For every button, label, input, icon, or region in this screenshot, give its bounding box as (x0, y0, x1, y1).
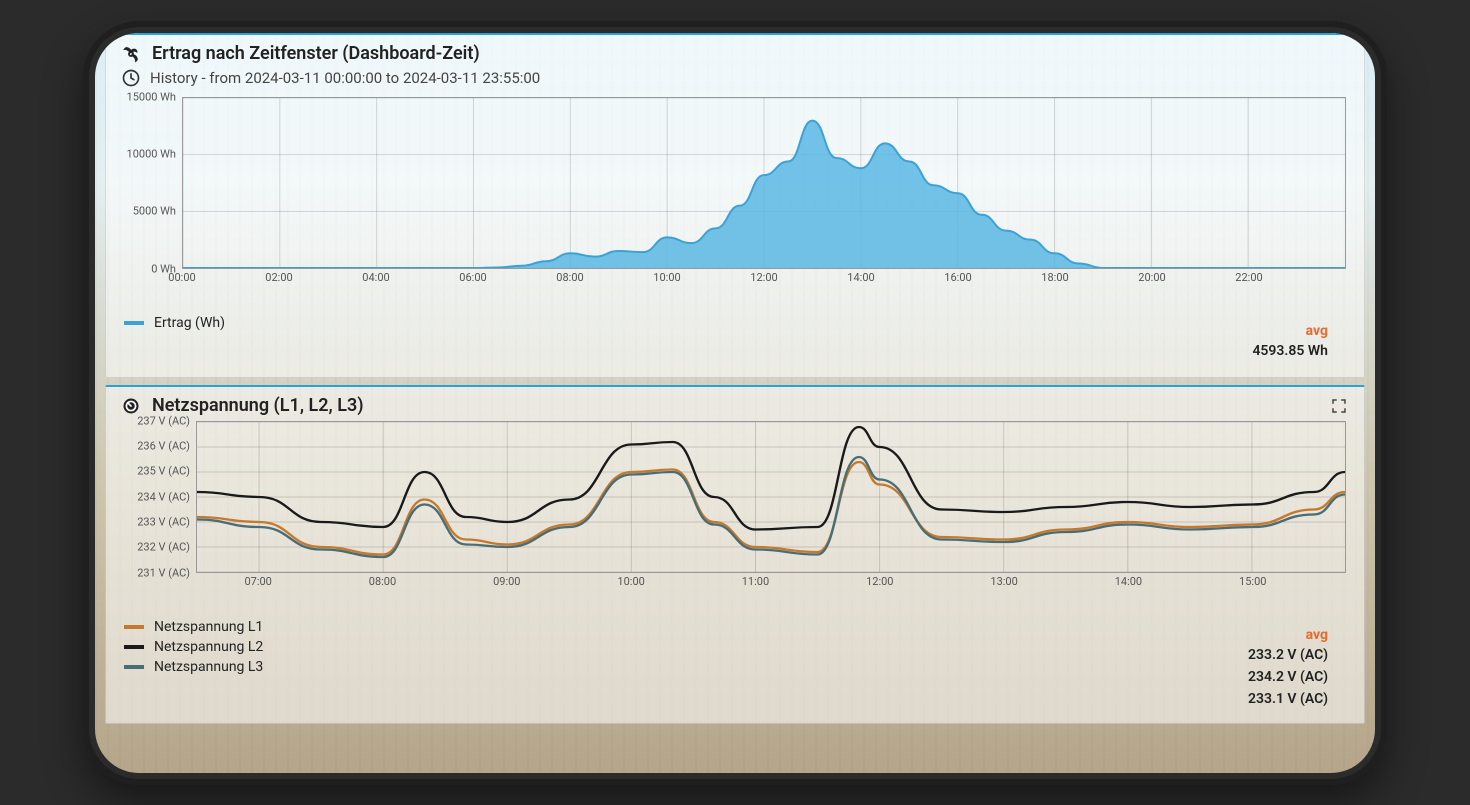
panel-title: Ertrag nach Zeitfenster (Dashboard-Zeit) (152, 43, 480, 64)
avg-value-ertrag: 4593.85 Wh (1252, 343, 1328, 359)
chart-ertrag[interactable]: 0 Wh5000 Wh10000 Wh15000 Wh 00:0002:0004… (124, 97, 1348, 287)
avg-header: avg (1306, 627, 1328, 643)
legend-label-l2: Netzspannung L2 (154, 639, 263, 655)
avg-value-l2: 234.2 V (AC) (1248, 669, 1328, 685)
legend-swatch-l1 (124, 625, 144, 629)
legend-swatch-l3 (124, 665, 144, 669)
chart-netzspannung[interactable]: 231 V (AC)232 V (AC)233 V (AC)234 V (AC)… (124, 421, 1348, 591)
clock-icon (120, 67, 142, 89)
legend-swatch-l2 (124, 645, 144, 649)
fan-icon (120, 43, 142, 65)
avg-header: avg (1306, 323, 1328, 339)
screen: Ertrag nach Zeitfenster (Dashboard-Zeit)… (95, 33, 1375, 773)
panel-title: Netzspannung (L1, L2, L3) (152, 395, 364, 416)
legend-swatch-ertrag (124, 321, 144, 325)
avg-value-l3: 233.1 V (AC) (1248, 691, 1328, 707)
panel-netzspannung: Netzspannung (L1, L2, L3) 231 V (AC)232 … (105, 385, 1365, 724)
avg-value-l1: 233.2 V (AC) (1248, 647, 1328, 663)
legend-label: Ertrag (Wh) (154, 315, 225, 331)
panel-ertrag: Ertrag nach Zeitfenster (Dashboard-Zeit)… (105, 33, 1365, 378)
panel-subtitle: History - from 2024-03-11 00:00:00 to 20… (150, 69, 540, 87)
tablet-frame: Ertrag nach Zeitfenster (Dashboard-Zeit)… (83, 21, 1387, 785)
legend-label-l3: Netzspannung L3 (154, 659, 263, 675)
expand-icon[interactable] (1330, 397, 1348, 415)
legend-label-l1: Netzspannung L1 (154, 619, 263, 635)
